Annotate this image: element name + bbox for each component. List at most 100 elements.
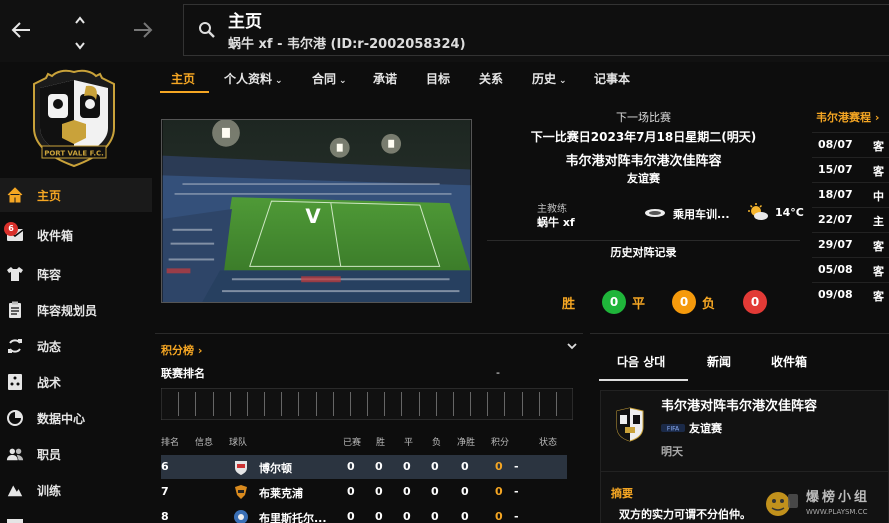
tab-next-opponent[interactable]: 다음 상대 bbox=[617, 353, 665, 370]
sidebar-item-squad[interactable]: 阵容 bbox=[0, 257, 152, 291]
tab-history[interactable]: 历史 ⌄ bbox=[532, 70, 567, 87]
sidebar-item-tactics[interactable]: 战术 bbox=[0, 365, 152, 399]
row-lost: 0 bbox=[431, 510, 439, 523]
next-opponent-when: 明天 bbox=[661, 445, 683, 458]
fixture-row[interactable]: 09/08 客 bbox=[812, 282, 889, 306]
fixture-row[interactable]: 29/07 客 bbox=[812, 232, 889, 256]
table-row[interactable]: 7 布莱克浦 0 0 0 0 0 0 - bbox=[161, 480, 567, 504]
tab-inbox[interactable]: 收件箱 bbox=[771, 353, 807, 370]
fixture-date: 15/07 bbox=[818, 163, 853, 176]
tab-profile[interactable]: 个人资料 ⌄ bbox=[224, 70, 283, 87]
tab-news[interactable]: 新闻 bbox=[707, 353, 731, 370]
tab-label: 历史 bbox=[532, 72, 557, 86]
sidebar-item-data-hub[interactable]: 数据中心 bbox=[0, 401, 152, 435]
sidebar-item-label: 战术 bbox=[37, 375, 62, 390]
tab-notebook[interactable]: 记事本 bbox=[594, 70, 630, 87]
staff-icon bbox=[6, 445, 24, 463]
row-form: - bbox=[514, 485, 519, 498]
fixture-venue: 中 bbox=[873, 190, 884, 203]
sidebar-item-squad-planner[interactable]: 阵容规划员 bbox=[0, 293, 152, 327]
col-team: 球队 bbox=[229, 438, 248, 448]
svg-text:V: V bbox=[305, 205, 321, 228]
row-won: 0 bbox=[375, 460, 383, 473]
previous-button[interactable] bbox=[74, 10, 86, 30]
row-form: - bbox=[514, 510, 519, 523]
fixtures-title-link[interactable]: 韦尔港赛程 › bbox=[816, 109, 879, 125]
h2h-win-label: 胜 bbox=[562, 297, 576, 312]
sidebar-item-label: 阵容 bbox=[37, 267, 62, 282]
col-form: 状态 bbox=[539, 438, 558, 448]
sidebar-item-label: 主页 bbox=[37, 188, 62, 203]
forward-button[interactable] bbox=[132, 20, 156, 42]
row-team[interactable]: 博尔顿 bbox=[259, 460, 292, 476]
row-lost: 0 bbox=[431, 460, 439, 473]
fixture-row[interactable]: 18/07 中 bbox=[812, 182, 889, 206]
tab-goals[interactable]: 目标 bbox=[426, 70, 450, 87]
tab-label: 合同 bbox=[312, 72, 337, 86]
list-icon bbox=[6, 517, 24, 523]
col-info: 信息 bbox=[195, 438, 214, 448]
row-rank: 6 bbox=[161, 460, 169, 473]
sidebar-item-label: 训练 bbox=[37, 483, 62, 498]
league-position-value: - bbox=[496, 366, 500, 379]
fixture-row[interactable]: 22/07 主 bbox=[812, 207, 889, 231]
league-position-chart bbox=[161, 388, 573, 420]
chevron-down-icon[interactable] bbox=[567, 340, 577, 353]
clipboard-icon bbox=[6, 301, 24, 319]
next-button[interactable] bbox=[74, 36, 86, 56]
sidebar-item-staff[interactable]: 职员 bbox=[0, 437, 152, 471]
tab-label: 个人资料 bbox=[224, 72, 273, 86]
row-team[interactable]: 布里斯托尔... bbox=[259, 510, 327, 523]
next-opponent-fixture[interactable]: 韦尔港对阵韦尔港次佳阵容 bbox=[661, 395, 817, 414]
sidebar-item-dynamics[interactable]: 动态 bbox=[0, 329, 152, 363]
table-row[interactable]: 6 博尔顿 0 0 0 0 0 0 - bbox=[161, 455, 567, 479]
watermark: 爆榜小组 WWW.PLAYSM.CC bbox=[762, 484, 889, 523]
next-opponent-competition: 友谊赛 bbox=[689, 422, 722, 435]
fixture-date: 09/08 bbox=[818, 288, 853, 301]
chevron-down-icon bbox=[75, 42, 85, 50]
fixture-venue: 客 bbox=[873, 265, 884, 278]
top-bar: 主页 蜗牛 xf - 韦尔港 (ID:r-2002058324) bbox=[0, 0, 889, 62]
stadium-icon bbox=[645, 209, 665, 217]
chevron-down-icon: ⌄ bbox=[559, 76, 567, 86]
sidebar-item-label: 职员 bbox=[37, 447, 62, 462]
coach-name[interactable]: 蜗牛 xf bbox=[537, 214, 575, 230]
tab-relations[interactable]: 关系 bbox=[479, 70, 503, 87]
arrow-left-icon bbox=[11, 22, 30, 38]
fixture-row[interactable]: 15/07 客 bbox=[812, 157, 889, 181]
tab-promises[interactable]: 承诺 bbox=[373, 70, 397, 87]
competition-badge-icon: FIFA bbox=[661, 424, 685, 433]
fixture-venue: 主 bbox=[873, 215, 884, 228]
sidebar-item-label: 阵容规划员 bbox=[37, 303, 98, 318]
sidebar-item-training[interactable]: 训练 bbox=[0, 473, 152, 507]
row-team[interactable]: 布莱克浦 bbox=[259, 485, 303, 501]
tab-home[interactable]: 主页 bbox=[171, 70, 195, 87]
col-lost: 负 bbox=[432, 438, 442, 448]
search-icon[interactable] bbox=[198, 21, 216, 39]
fixture-venue: 客 bbox=[873, 165, 884, 178]
divider bbox=[601, 471, 889, 472]
back-button[interactable] bbox=[10, 20, 34, 42]
fixture-row[interactable]: 05/08 客 bbox=[812, 257, 889, 281]
sidebar-item-home[interactable]: 主页 bbox=[0, 178, 152, 212]
home-icon bbox=[6, 186, 24, 204]
fixture-row[interactable]: 08/07 客 bbox=[812, 132, 889, 156]
row-won: 0 bbox=[375, 510, 383, 523]
sidebar-item-inbox[interactable]: 6 收件箱 bbox=[0, 218, 152, 252]
table-row[interactable]: 8 布里斯托尔... 0 0 0 0 0 0 - bbox=[161, 505, 567, 523]
venue-name[interactable]: 乘用车训... bbox=[673, 206, 730, 222]
club-logo[interactable]: PORT VALE F.C. bbox=[26, 66, 122, 170]
page-title: 主页 bbox=[228, 12, 262, 32]
league-table-title-link[interactable]: 积分榜 › bbox=[161, 342, 202, 358]
next-match-fixture[interactable]: 韦尔港对阵韦尔港次佳阵容 bbox=[487, 150, 800, 169]
next-match-panel[interactable]: 下一场比赛 下一比赛日2023年7月18日星期二(明天) 韦尔港对阵韦尔港次佳阵… bbox=[487, 104, 804, 324]
refresh-icon bbox=[6, 337, 24, 355]
h2h-loss-count: 0 bbox=[743, 290, 767, 314]
title-search-box[interactable]: 主页 蜗牛 xf - 韦尔港 (ID:r-2002058324) bbox=[183, 4, 889, 56]
row-rank: 8 bbox=[161, 510, 169, 523]
coach-label: 主教练 bbox=[537, 204, 567, 215]
sidebar: PORT VALE F.C. 主页 6 收件箱 阵容 阵容规划员 动态 战术 数… bbox=[0, 62, 152, 523]
sidebar-item-partial[interactable] bbox=[0, 509, 152, 523]
tab-contract[interactable]: 合同 ⌄ bbox=[312, 70, 347, 87]
team-crest-icon bbox=[235, 461, 247, 475]
